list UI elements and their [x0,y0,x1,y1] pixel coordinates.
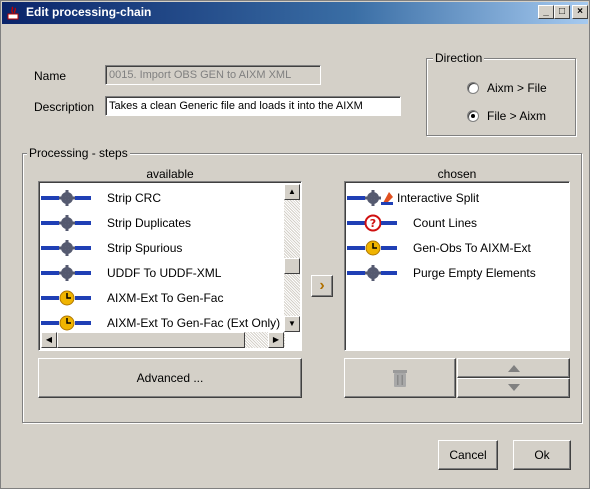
java-app-icon [7,6,19,20]
add-step-button[interactable]: › [311,275,333,297]
scroll-right-arrow-icon[interactable]: ▶ [268,332,284,348]
radio-button[interactable] [467,82,479,94]
direction-group [426,58,576,136]
chosen-list[interactable]: Interactive Split ? Count Lines Gen-Obs … [344,181,570,351]
list-item[interactable]: Purge Empty Elements [347,262,536,284]
item-label: Gen-Obs To AIXM-Ext [413,241,531,255]
description-field[interactable]: Takes a clean Generic file and loads it … [105,96,401,116]
gear-split-icon [347,190,393,206]
list-item[interactable]: AIXM-Ext To Gen-Fac [41,287,223,309]
svg-text:?: ? [370,217,376,230]
scroll-up-arrow-icon[interactable]: ▲ [284,184,300,200]
description-label: Description [34,100,95,114]
edit-processing-chain-dialog: Edit processing-chain _ □ × Name 0015. I… [0,0,590,489]
close-button[interactable]: × [572,5,588,19]
move-down-button[interactable] [457,378,570,398]
minimize-button[interactable]: _ [538,5,554,19]
item-label: AIXM-Ext To Gen-Fac (Ext Only) [107,316,281,330]
list-item[interactable]: Strip CRC [41,187,161,209]
chosen-header: chosen [437,167,477,181]
radio-label: Aixm > File [487,81,547,95]
gear-icon [41,240,91,256]
scrollbar-thumb-horizontal[interactable] [57,332,245,348]
item-label: Strip Spurious [107,241,183,255]
down-arrow-icon [507,384,520,391]
clock-icon [41,315,91,331]
item-label: Strip CRC [107,191,162,205]
gear-icon [41,215,91,231]
name-field[interactable]: 0015. Import OBS GEN to AIXM XML [105,65,321,85]
window-title: Edit processing-chain [26,5,152,19]
name-label: Name [34,69,67,83]
gear-icon [41,190,91,206]
available-list[interactable]: Strip CRC Strip Duplicates Strip Spuriou… [38,181,302,351]
delete-step-button[interactable] [344,358,456,398]
radio-file-to-aixm[interactable]: File > Aixm [467,109,546,123]
ok-button[interactable]: Ok [513,440,571,470]
list-item[interactable]: UDDF To UDDF-XML [41,262,221,284]
advanced-button[interactable]: Advanced ... [38,358,302,398]
direction-title: Direction [433,51,485,65]
trash-icon [393,370,407,387]
list-item[interactable]: Strip Spurious [41,237,182,259]
scroll-left-arrow-icon[interactable]: ◀ [41,332,57,348]
radio-button-selected[interactable] [467,110,479,122]
maximize-button[interactable]: □ [554,5,570,19]
gear-icon [347,265,397,281]
cancel-button[interactable]: Cancel [438,440,498,470]
item-label: UDDF To UDDF-XML [107,266,222,280]
item-label: Strip Duplicates [107,216,192,230]
scrollbar-thumb[interactable] [284,258,300,274]
scroll-down-arrow-icon[interactable]: ▼ [284,316,300,332]
item-label: Purge Empty Elements [413,266,536,280]
list-item[interactable]: Gen-Obs To AIXM-Ext [347,237,531,259]
radio-label: File > Aixm [487,109,547,123]
radio-aixm-to-file[interactable]: Aixm > File [467,81,547,95]
title-bar[interactable]: Edit processing-chain _ □ × [2,2,588,24]
item-label: AIXM-Ext To Gen-Fac [107,291,224,305]
question-icon: ? [347,214,397,232]
move-up-button[interactable] [457,358,570,378]
processing-steps-title: Processing - steps [27,146,130,160]
list-item[interactable]: ? Count Lines [347,212,477,234]
gear-icon [41,265,91,281]
available-header: available [146,167,194,181]
up-arrow-icon [507,365,520,372]
list-item[interactable]: Interactive Split [347,187,479,209]
item-label: Count Lines [413,216,478,230]
list-item[interactable]: Strip Duplicates [41,212,191,234]
clock-icon [41,290,91,306]
list-item[interactable]: AIXM-Ext To Gen-Fac (Ext Only) [41,312,280,334]
clock-icon [347,240,397,256]
